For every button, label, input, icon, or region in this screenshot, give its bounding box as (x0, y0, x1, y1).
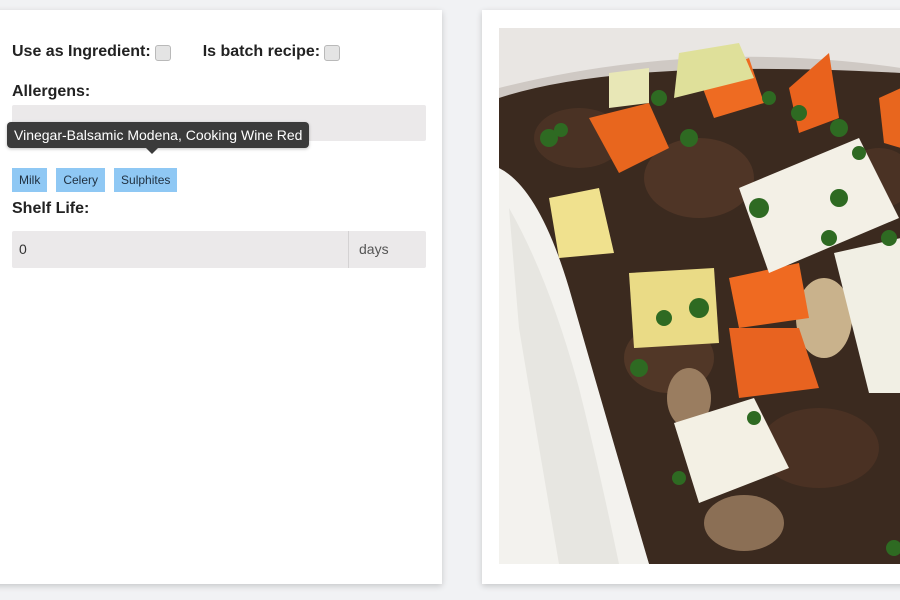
allergen-chip-milk[interactable]: Milk (12, 168, 48, 192)
flags-row: Use as Ingredient: Is batch recipe: (12, 43, 341, 61)
allergen-source-tooltip: Vinegar-Balsamic Modena, Cooking Wine Re… (7, 122, 310, 148)
use-as-ingredient-label: Use as Ingredient: (12, 43, 151, 60)
use-as-ingredient-checkbox[interactable] (154, 44, 171, 61)
recipe-image-card (482, 10, 900, 584)
tooltip-arrow (146, 148, 158, 154)
is-batch-recipe-label: Is batch recipe: (202, 43, 321, 60)
recipe-form-card: Use as Ingredient: Is batch recipe: Alle… (0, 10, 442, 584)
shelf-life-unit-addon: days (348, 231, 426, 268)
is-batch-recipe-checkbox[interactable] (324, 44, 341, 61)
shelf-life-input[interactable]: 0 (12, 231, 348, 268)
use-as-ingredient-field: Use as Ingredient: (12, 43, 171, 61)
shelf-life-label: Shelf Life: (12, 200, 90, 217)
shelf-life-input-group: 0 days (12, 231, 426, 268)
allergen-chip-sulphites[interactable]: Sulphites (114, 168, 178, 192)
allergens-label: Allergens: (12, 83, 91, 100)
recipe-photo (499, 28, 900, 564)
allergen-chip-list: Milk Celery Sulphites (12, 168, 186, 192)
allergen-chip-celery[interactable]: Celery (56, 168, 106, 192)
is-batch-recipe-field: Is batch recipe: (202, 43, 341, 61)
